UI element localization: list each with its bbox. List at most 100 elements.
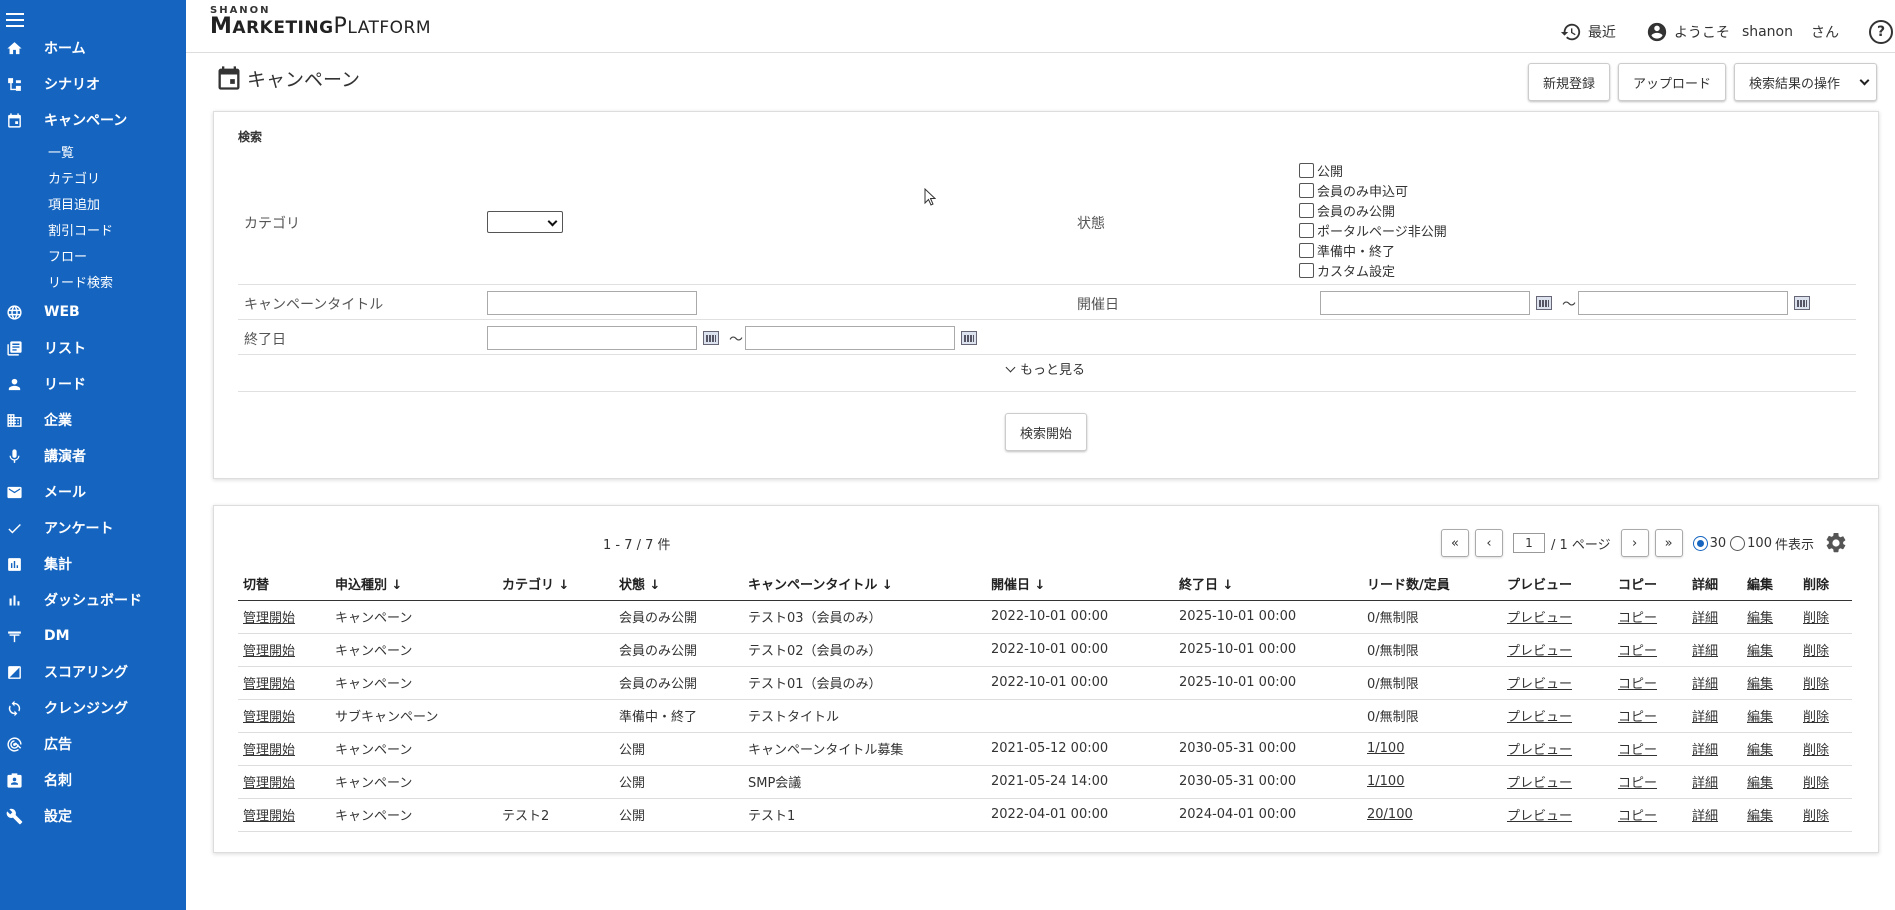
column-header[interactable]: 状態 ↓ [614, 568, 743, 601]
sidebar-item-wrench[interactable]: 設定 [0, 798, 186, 834]
category-select[interactable] [487, 211, 563, 233]
edit-link[interactable]: 編集 [1747, 743, 1773, 758]
sidebar-item-card[interactable]: 名刺 [0, 762, 186, 798]
sidebar-subitem[interactable]: カテゴリ [0, 164, 186, 190]
checkbox-box[interactable] [1299, 202, 1314, 218]
sidebar-item-mail[interactable]: メール [0, 474, 186, 510]
column-header[interactable]: カテゴリ ↓ [497, 568, 614, 601]
leads-link[interactable]: 1/100 [1367, 741, 1404, 756]
start-date-to-input[interactable] [1578, 291, 1788, 315]
logo[interactable]: SHANON MARKETINGPLATFORM [210, 5, 431, 39]
copy-link[interactable]: コピー [1618, 644, 1657, 659]
more-toggle[interactable]: もっと見る [214, 359, 1878, 378]
column-header[interactable]: キャンペーンタイトル ↓ [743, 568, 986, 601]
sidebar-subitem[interactable]: 割引コード [0, 216, 186, 242]
search-ops-select[interactable]: 検索結果の操作 [1734, 63, 1877, 101]
menu-icon[interactable] [6, 13, 24, 27]
toggle-link[interactable]: 管理開始 [243, 743, 295, 758]
sidebar-item-building[interactable]: 企業 [0, 402, 186, 438]
sidebar-item-person[interactable]: リード [0, 366, 186, 402]
preview-link[interactable]: プレビュー [1507, 776, 1572, 791]
calendar-picker-icon[interactable] [961, 331, 977, 345]
toggle-link[interactable]: 管理開始 [243, 710, 295, 725]
per-page-100-radio[interactable]: 100 [1730, 535, 1772, 551]
detail-link[interactable]: 詳細 [1692, 611, 1718, 626]
delete-link[interactable]: 削除 [1803, 611, 1829, 626]
leads-link[interactable]: 20/100 [1367, 807, 1413, 822]
copy-link[interactable]: コピー [1618, 776, 1657, 791]
end-date-to-input[interactable] [745, 326, 955, 350]
sidebar-item-check[interactable]: アンケート [0, 510, 186, 546]
detail-link[interactable]: 詳細 [1692, 710, 1718, 725]
preview-link[interactable]: プレビュー [1507, 611, 1572, 626]
delete-link[interactable]: 削除 [1803, 776, 1829, 791]
sidebar-item-report[interactable]: 集計 [0, 546, 186, 582]
toggle-link[interactable]: 管理開始 [243, 677, 295, 692]
edit-link[interactable]: 編集 [1747, 677, 1773, 692]
prev-page-button[interactable]: ‹ [1474, 529, 1503, 557]
leads-link[interactable]: 1/100 [1367, 774, 1404, 789]
preview-link[interactable]: プレビュー [1507, 743, 1572, 758]
sidebar-subitem[interactable]: 項目追加 [0, 190, 186, 216]
start-date-from-input[interactable] [1320, 291, 1530, 315]
sidebar-item-bar-chart[interactable]: ダッシュボード [0, 582, 186, 618]
next-page-button[interactable]: › [1620, 529, 1649, 557]
search-button[interactable]: 検索開始 [1005, 413, 1088, 451]
sidebar-item-microphone[interactable]: 講演者 [0, 438, 186, 474]
last-page-button[interactable]: » [1654, 529, 1683, 557]
checkbox-box[interactable] [1299, 262, 1314, 278]
page-input[interactable]: 1 [1512, 533, 1545, 553]
help-icon[interactable]: ? [1869, 20, 1893, 44]
sidebar-subitem[interactable]: 一覧 [0, 138, 186, 164]
status-checkbox[interactable]: ポータルページ非公開 [1299, 220, 1447, 240]
new-button[interactable]: 新規登録 [1527, 63, 1610, 101]
recent-button[interactable]: 最近 [1560, 21, 1616, 43]
copy-link[interactable]: コピー [1618, 611, 1657, 626]
status-checkbox[interactable]: 公開 [1299, 160, 1447, 180]
delete-link[interactable]: 削除 [1803, 677, 1829, 692]
delete-link[interactable]: 削除 [1803, 710, 1829, 725]
detail-link[interactable]: 詳細 [1692, 776, 1718, 791]
end-date-from-input[interactable] [487, 326, 697, 350]
delete-link[interactable]: 削除 [1803, 809, 1829, 824]
copy-link[interactable]: コピー [1618, 677, 1657, 692]
calendar-picker-icon[interactable] [703, 331, 719, 345]
detail-link[interactable]: 詳細 [1692, 644, 1718, 659]
sidebar-item-calendar[interactable]: キャンペーン [0, 102, 186, 138]
sidebar-item-mailbox[interactable]: DM [0, 618, 186, 654]
toggle-link[interactable]: 管理開始 [243, 644, 295, 659]
preview-link[interactable]: プレビュー [1507, 809, 1572, 824]
user-menu[interactable]: ようこそ shanon さん [1646, 21, 1839, 43]
checkbox-box[interactable] [1299, 222, 1314, 238]
calendar-picker-icon[interactable] [1536, 296, 1552, 310]
status-checkbox[interactable]: 準備中・終了 [1299, 240, 1447, 260]
preview-link[interactable]: プレビュー [1507, 710, 1572, 725]
edit-link[interactable]: 編集 [1747, 710, 1773, 725]
detail-link[interactable]: 詳細 [1692, 809, 1718, 824]
detail-link[interactable]: 詳細 [1692, 677, 1718, 692]
sidebar-subitem[interactable]: リード検索 [0, 268, 186, 294]
checkbox-box[interactable] [1299, 162, 1314, 178]
column-header[interactable]: 開催日 ↓ [986, 568, 1174, 601]
column-header[interactable]: 終了日 ↓ [1174, 568, 1362, 601]
preview-link[interactable]: プレビュー [1507, 677, 1572, 692]
status-checkbox[interactable]: カスタム設定 [1299, 260, 1447, 280]
upload-button[interactable]: アップロード [1617, 63, 1726, 101]
checkbox-box[interactable] [1299, 182, 1314, 198]
delete-link[interactable]: 削除 [1803, 743, 1829, 758]
edit-link[interactable]: 編集 [1747, 611, 1773, 626]
toggle-link[interactable]: 管理開始 [243, 611, 295, 626]
sidebar-item-ad[interactable]: 広告 [0, 726, 186, 762]
checkbox-box[interactable] [1299, 242, 1314, 258]
sidebar-item-globe[interactable]: WEB [0, 294, 186, 330]
first-page-button[interactable]: « [1440, 529, 1469, 557]
copy-link[interactable]: コピー [1618, 809, 1657, 824]
sidebar-item-list[interactable]: リスト [0, 330, 186, 366]
toggle-link[interactable]: 管理開始 [243, 776, 295, 791]
campaign-title-input[interactable] [487, 291, 697, 315]
per-page-30-radio[interactable]: 30 [1692, 535, 1726, 551]
edit-link[interactable]: 編集 [1747, 776, 1773, 791]
calendar-picker-icon[interactable] [1794, 296, 1810, 310]
detail-link[interactable]: 詳細 [1692, 743, 1718, 758]
copy-link[interactable]: コピー [1618, 743, 1657, 758]
